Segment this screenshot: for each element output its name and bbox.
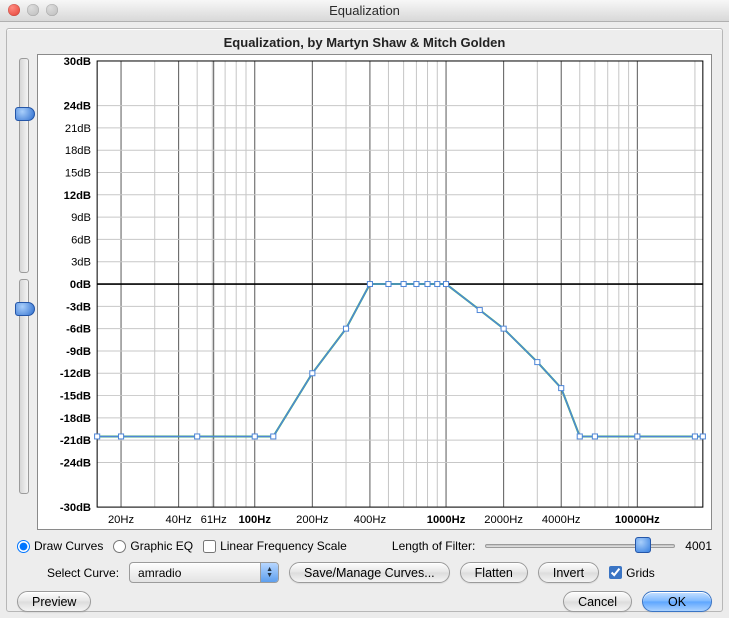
svg-text:-15dB: -15dB (60, 391, 91, 403)
minimize-icon[interactable] (27, 4, 39, 16)
grids-checkbox[interactable]: Grids (609, 566, 655, 580)
lower-gain-slider[interactable] (19, 279, 29, 494)
preview-label: Preview (32, 595, 76, 609)
select-curve-wrap: amradio ▲▼ (129, 562, 279, 583)
window-title: Equalization (329, 3, 400, 18)
slider-thumb-icon[interactable] (15, 302, 35, 316)
cancel-label: Cancel (578, 595, 617, 609)
close-icon[interactable] (8, 4, 20, 16)
credit-text: Equalization, by Martyn Shaw & Mitch Gol… (17, 35, 712, 50)
invert-button[interactable]: Invert (538, 562, 599, 583)
svg-text:20Hz: 20Hz (108, 514, 134, 526)
eq-chart[interactable]: 20Hz 40Hz 61Hz 100Hz 200Hz 400Hz 1000Hz 2000Hz 4… (37, 54, 712, 530)
window-controls (8, 4, 58, 16)
svg-text:4000Hz: 4000Hz (542, 514, 581, 526)
draw-curves-radio[interactable]: Draw Curves (17, 539, 103, 553)
svg-text:3dB: 3dB (71, 257, 91, 269)
titlebar: Equalization (0, 0, 729, 22)
svg-text:9dB: 9dB (71, 212, 91, 224)
save-manage-label: Save/Manage Curves... (304, 566, 435, 580)
preview-button[interactable]: Preview (17, 591, 91, 612)
flatten-button[interactable]: Flatten (460, 562, 528, 583)
controls-row-1: Draw Curves Graphic EQ Linear Frequency … (17, 538, 712, 554)
upper-gain-slider[interactable] (19, 58, 29, 273)
draw-curves-label: Draw Curves (34, 539, 103, 553)
draw-curves-radio-input[interactable] (17, 540, 30, 553)
svg-text:-18dB: -18dB (60, 413, 91, 425)
zoom-icon[interactable] (46, 4, 58, 16)
svg-text:-30dB: -30dB (60, 502, 91, 514)
linear-freq-checkbox[interactable]: Linear Frequency Scale (203, 539, 347, 553)
svg-text:30dB: 30dB (64, 56, 91, 68)
select-curve-dropdown[interactable]: amradio (129, 562, 279, 583)
linear-freq-label: Linear Frequency Scale (220, 539, 347, 553)
ok-label: OK (668, 595, 686, 609)
svg-text:-6dB: -6dB (66, 324, 91, 336)
invert-label: Invert (553, 566, 584, 580)
grids-label: Grids (626, 566, 655, 580)
svg-text:12dB: 12dB (64, 190, 91, 202)
svg-text:15dB: 15dB (65, 168, 91, 180)
svg-text:-3dB: -3dB (66, 301, 91, 313)
svg-text:400Hz: 400Hz (354, 514, 386, 526)
filter-length-value: 4001 (685, 539, 712, 553)
graphic-eq-label: Graphic EQ (130, 539, 193, 553)
graphic-eq-radio[interactable]: Graphic EQ (113, 539, 193, 553)
filter-length-slider[interactable] (485, 538, 675, 554)
graphic-eq-radio-input[interactable] (113, 540, 126, 553)
ok-button[interactable]: OK (642, 591, 712, 612)
gain-sliders (17, 54, 31, 514)
svg-text:-9dB: -9dB (66, 346, 91, 358)
controls-row-3: Preview Cancel OK (17, 591, 712, 612)
svg-text:-21dB: -21dB (60, 435, 91, 447)
dialog-body: Equalization, by Martyn Shaw & Mitch Gol… (6, 28, 723, 612)
flatten-label: Flatten (475, 566, 513, 580)
svg-text:2000Hz: 2000Hz (484, 514, 523, 526)
svg-text:10000Hz: 10000Hz (615, 514, 660, 526)
grids-checkbox-input[interactable] (609, 566, 622, 579)
slider-thumb-icon[interactable] (15, 107, 35, 121)
linear-freq-checkbox-input[interactable] (203, 540, 216, 553)
save-manage-button[interactable]: Save/Manage Curves... (289, 562, 450, 583)
svg-text:200Hz: 200Hz (296, 514, 328, 526)
slider-knob-icon[interactable] (635, 537, 651, 553)
svg-text:61Hz: 61Hz (201, 514, 227, 526)
svg-text:-24dB: -24dB (60, 458, 91, 470)
svg-text:100Hz: 100Hz (239, 514, 272, 526)
svg-text:6dB: 6dB (71, 235, 91, 247)
select-curve-label: Select Curve: (47, 566, 119, 580)
controls-row-2: Select Curve: amradio ▲▼ Save/Manage Cur… (17, 562, 712, 583)
filter-length-label: Length of Filter: (392, 539, 475, 553)
svg-text:18dB: 18dB (65, 145, 91, 157)
svg-text:-12dB: -12dB (60, 368, 91, 380)
svg-text:21dB: 21dB (65, 123, 91, 135)
svg-text:1000Hz: 1000Hz (427, 514, 466, 526)
cancel-button[interactable]: Cancel (563, 591, 632, 612)
svg-text:0dB: 0dB (70, 279, 91, 291)
svg-text:24dB: 24dB (64, 101, 91, 113)
svg-text:40Hz: 40Hz (166, 514, 192, 526)
